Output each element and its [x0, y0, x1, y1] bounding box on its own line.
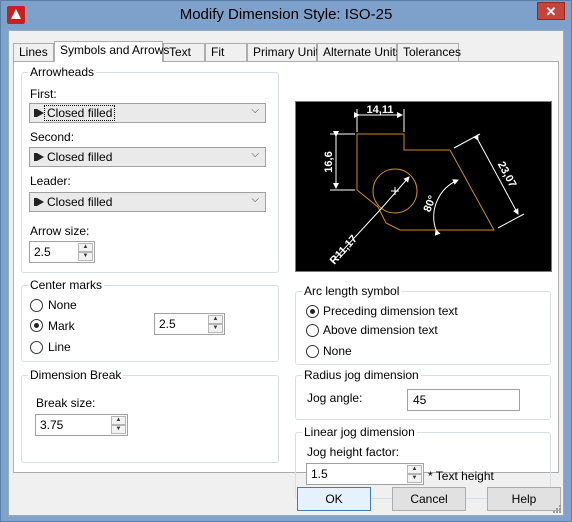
dialog-window: Modify Dimension Style: ISO-25 ✕ Lines S… [0, 0, 572, 522]
center-marks-group: Center marks None Mark Line 2.5 ▲ ▼ [21, 278, 279, 362]
preview-angle: 80° [422, 194, 439, 214]
arrow-size-label: Arrow size: [30, 224, 90, 238]
center-marks-title: Center marks [28, 278, 105, 292]
break-size-spinner[interactable]: 3.75 ▲ ▼ [35, 414, 128, 436]
spin-down-icon[interactable]: ▼ [111, 425, 126, 434]
tab-lines[interactable]: Lines [13, 43, 54, 61]
title-bar[interactable]: Modify Dimension Style: ISO-25 ✕ [1, 1, 571, 29]
dimension-break-group: Dimension Break Break size: 3.75 ▲ ▼ [21, 368, 279, 463]
spin-down-icon[interactable]: ▼ [407, 474, 422, 483]
tab-tolerances[interactable]: Tolerances [397, 43, 461, 61]
dimension-break-title: Dimension Break [28, 368, 124, 382]
jog-height-factor-label: Jog height factor: [307, 445, 400, 459]
spin-down-icon[interactable]: ▼ [78, 252, 93, 261]
preview-dim-left: 16,6 [323, 151, 335, 172]
center-mark-line-label[interactable]: Line [48, 340, 71, 354]
break-size-value: 3.75 [40, 418, 64, 432]
tab-symbols-and-arrows[interactable]: Symbols and Arrows [54, 41, 169, 62]
chevron-down-icon: ⌵ [251, 105, 259, 116]
spin-up-icon[interactable]: ▲ [78, 243, 93, 252]
arrow-size-value: 2.5 [34, 245, 51, 259]
center-mark-mark-label[interactable]: Mark [48, 319, 75, 333]
radius-jog-group: Radius jog dimension Jog angle: 45 [295, 368, 551, 420]
center-mark-size-spinner[interactable]: 2.5 ▲ ▼ [154, 313, 225, 335]
second-label: Second: [30, 130, 75, 144]
tab-alternate-units[interactable]: Alternate Units [317, 43, 402, 61]
jog-height-factor-spinner[interactable]: 1.5 ▲ ▼ [306, 463, 424, 485]
center-mark-mark-radio[interactable] [30, 319, 43, 332]
center-mark-none-radio[interactable] [30, 299, 43, 312]
arc-preceding-label[interactable]: Preceding dimension text [323, 304, 458, 318]
closed-filled-arrow-icon [34, 198, 44, 206]
leader-arrowhead-select[interactable]: Closed filled ⌵ [29, 192, 266, 212]
arc-above-radio[interactable] [306, 324, 319, 337]
close-button[interactable]: ✕ [537, 2, 565, 20]
dimension-preview: 14,11 16,6 23,07 80° R11,17 [295, 101, 552, 272]
arrow-size-spinner[interactable]: 2.5 ▲ ▼ [29, 241, 95, 263]
closed-filled-arrow-icon [34, 153, 44, 161]
preview-radius: R11,17 [328, 233, 360, 267]
ok-button[interactable]: OK [297, 487, 371, 511]
jog-angle-label: Jog angle: [307, 391, 363, 405]
break-size-label: Break size: [36, 396, 96, 410]
preview-drawing: 14,11 16,6 23,07 80° R11,17 [323, 104, 525, 267]
help-button[interactable]: Help [487, 487, 561, 511]
arrowheads-title: Arrowheads [28, 65, 97, 79]
cancel-button[interactable]: Cancel [392, 487, 466, 511]
center-mark-line-radio[interactable] [30, 341, 43, 354]
radius-jog-title: Radius jog dimension [302, 368, 421, 382]
spin-up-icon[interactable]: ▲ [111, 416, 126, 425]
center-mark-size-value: 2.5 [159, 317, 176, 331]
arc-length-symbol-title: Arc length symbol [302, 284, 402, 298]
chevron-down-icon: ⌵ [251, 149, 259, 160]
arc-above-label[interactable]: Above dimension text [323, 323, 438, 337]
arc-length-symbol-group: Arc length symbol Preceding dimension te… [295, 284, 551, 365]
preview-dim-top: 14,11 [367, 104, 394, 116]
window-title: Modify Dimension Style: ISO-25 [179, 6, 393, 23]
preview-dim-diag: 23,07 [495, 160, 519, 190]
tab-fit[interactable]: Fit [205, 43, 247, 61]
symbols-and-arrows-panel: Arrowheads First: Closed filled ⌵ Second… [13, 61, 559, 499]
dialog-client: Lines Symbols and Arrows Text Fit Primar… [8, 30, 564, 516]
linear-jog-title: Linear jog dimension [302, 425, 417, 439]
arrowheads-group: Arrowheads First: Closed filled ⌵ Second… [21, 65, 279, 273]
jog-angle-value: 45 [413, 393, 427, 407]
arc-preceding-radio[interactable] [306, 305, 319, 318]
jog-angle-input[interactable]: 45 [407, 389, 520, 411]
first-arrowhead-value: Closed filled [43, 105, 116, 121]
chevron-down-icon: ⌵ [251, 194, 259, 205]
second-arrowhead-select[interactable]: Closed filled ⌵ [29, 147, 266, 167]
first-arrowhead-select[interactable]: Closed filled ⌵ [29, 103, 266, 123]
closed-filled-arrow-icon [34, 109, 44, 117]
center-mark-none-label[interactable]: None [48, 298, 77, 312]
resize-grip-icon[interactable] [551, 503, 561, 513]
leader-arrowhead-value: Closed filled [47, 195, 113, 209]
first-label: First: [30, 87, 57, 101]
spin-up-icon[interactable]: ▲ [407, 465, 422, 474]
tab-text[interactable]: Text [163, 43, 205, 61]
jog-height-factor-value: 1.5 [311, 467, 328, 481]
arc-none-radio[interactable] [306, 345, 319, 358]
spin-down-icon[interactable]: ▼ [208, 324, 223, 333]
arc-none-label[interactable]: None [323, 344, 352, 358]
tab-primary-units[interactable]: Primary Units [247, 43, 325, 61]
second-arrowhead-value: Closed filled [47, 150, 113, 164]
leader-label: Leader: [30, 174, 71, 188]
spin-up-icon[interactable]: ▲ [208, 315, 223, 324]
text-height-suffix: * Text height [428, 469, 494, 483]
